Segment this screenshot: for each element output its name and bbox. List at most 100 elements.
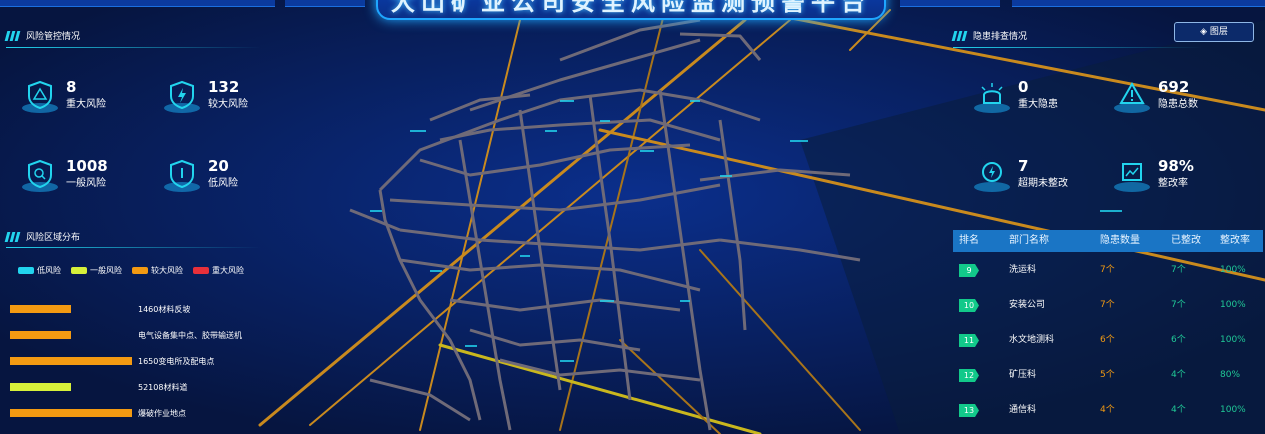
stat-value: 7 xyxy=(1018,157,1029,175)
rate-cell: 100% xyxy=(1220,265,1246,275)
risk-zones-divider xyxy=(6,247,261,248)
stat-label: 重大隐患 xyxy=(1018,99,1058,110)
stat-value: 1008 xyxy=(66,157,108,175)
legend-swatch xyxy=(193,267,209,274)
rank-badge: 9 xyxy=(959,264,979,277)
table-row[interactable]: 10 安装公司 7个 7个 100% xyxy=(953,295,1263,315)
risk-zone-bar xyxy=(10,383,71,391)
layer-button[interactable]: ◈ 图层 xyxy=(1174,22,1254,42)
stat-rectify-rate[interactable]: 98% 整改率 xyxy=(1112,158,1194,194)
stat-major-risk[interactable]: 8 重大风险 xyxy=(20,79,106,115)
risk-legend: 低风险 一般风险 较大风险 重大风险 xyxy=(18,265,254,276)
risk-control-title: 风险管控情况 xyxy=(4,29,80,42)
stat-value: 132 xyxy=(208,78,240,96)
legend-item-general[interactable]: 一般风险 xyxy=(71,265,122,276)
stat-label: 整改率 xyxy=(1158,178,1188,189)
shield-search-icon xyxy=(22,159,58,192)
title-bars-icon xyxy=(951,30,968,41)
count-cell: 6个 xyxy=(1100,335,1115,345)
stat-value: 692 xyxy=(1158,78,1190,96)
table-row[interactable]: 9 洗运科 7个 7个 100% xyxy=(953,260,1263,280)
dept-cell: 通信科 xyxy=(1009,405,1037,415)
stat-value: 20 xyxy=(208,157,229,175)
legend-item-low[interactable]: 低风险 xyxy=(18,265,61,276)
page-title-frame: 大山矿业公司安全风险监测预警平台 xyxy=(376,0,886,20)
stat-total-hazard[interactable]: 692 隐患总数 xyxy=(1112,79,1198,115)
table-row[interactable]: 12 矿压科 5个 4个 80% xyxy=(953,365,1263,385)
risk-zone-bar xyxy=(10,357,132,365)
dept-cell: 矿压科 xyxy=(1009,370,1037,380)
risk-zone-label: 爆破作业地点 xyxy=(138,409,186,418)
rank-badge: 13 xyxy=(959,404,979,417)
stat-label: 低风险 xyxy=(208,178,238,189)
legend-swatch xyxy=(18,267,34,274)
count-cell: 5个 xyxy=(1100,370,1115,380)
stat-label: 超期未整改 xyxy=(1018,178,1068,189)
top-bar-right xyxy=(900,0,1000,7)
stat-value: 98% xyxy=(1158,157,1194,175)
chart-icon xyxy=(1114,163,1150,192)
stat-label: 隐患总数 xyxy=(1158,99,1198,110)
page-title: 大山矿业公司安全风险监测预警平台 xyxy=(391,0,871,16)
stat-overdue[interactable]: 7 超期未整改 xyxy=(972,158,1068,194)
lightning-clock-icon xyxy=(974,162,1010,192)
fixed-cell: 4个 xyxy=(1171,370,1186,380)
risk-zone-label: 1460材料反坡 xyxy=(138,305,191,314)
title-bars-icon xyxy=(4,231,21,242)
rate-cell: 100% xyxy=(1220,335,1246,345)
stat-label: 一般风险 xyxy=(66,178,106,189)
warning-triangle-icon xyxy=(1114,82,1150,113)
legend-item-large[interactable]: 较大风险 xyxy=(132,265,183,276)
fixed-cell: 4个 xyxy=(1171,405,1186,415)
stat-major-hazard[interactable]: 0 重大隐患 xyxy=(972,79,1058,115)
risk-zones-title: 风险区域分布 xyxy=(4,230,80,243)
rate-cell: 80% xyxy=(1220,370,1241,380)
rate-cell: 100% xyxy=(1220,300,1246,310)
hazard-check-divider xyxy=(953,47,1203,48)
legend-swatch xyxy=(71,267,87,274)
dept-cell: 洗运科 xyxy=(1009,265,1037,275)
title-bars-icon xyxy=(4,30,21,41)
alarm-light-icon xyxy=(974,83,1010,113)
fixed-cell: 6个 xyxy=(1171,335,1186,345)
table-row[interactable]: 11 水文地测科 6个 6个 100% xyxy=(953,330,1263,350)
stat-label: 较大风险 xyxy=(208,99,248,110)
stat-low-risk[interactable]: 20 低风险 xyxy=(162,158,238,194)
top-bar-right-2 xyxy=(1012,0,1265,7)
stat-general-risk[interactable]: 1008 一般风险 xyxy=(20,158,108,194)
header-fixed: 已整改 xyxy=(1171,235,1201,246)
stat-value: 0 xyxy=(1018,78,1029,96)
shield-alert-icon xyxy=(22,80,58,113)
fixed-cell: 7个 xyxy=(1171,265,1186,275)
dept-cell: 水文地测科 xyxy=(1009,335,1055,345)
top-bar-left xyxy=(0,0,275,7)
rate-cell: 100% xyxy=(1220,405,1246,415)
header-rank: 排名 xyxy=(959,235,979,246)
table-row[interactable]: 13 通信科 4个 4个 100% xyxy=(953,400,1263,420)
header-count: 隐患数量 xyxy=(1100,235,1140,246)
risk-zone-label: 电气设备集中点、胶带输送机 xyxy=(138,331,242,340)
risk-zone-bar xyxy=(10,409,132,417)
layers-icon: ◈ xyxy=(1200,27,1208,37)
count-cell: 4个 xyxy=(1100,405,1115,415)
top-bar-left-2 xyxy=(285,0,365,7)
stat-label: 重大风险 xyxy=(66,99,106,110)
risk-control-divider xyxy=(6,47,261,48)
header-dept: 部门名称 xyxy=(1009,235,1049,246)
dept-cell: 安装公司 xyxy=(1009,300,1046,310)
rank-badge: 11 xyxy=(959,334,979,347)
header-rate: 整改率 xyxy=(1220,235,1250,246)
shield-lightning-icon xyxy=(164,80,200,113)
legend-item-major[interactable]: 重大风险 xyxy=(193,265,244,276)
count-cell: 7个 xyxy=(1100,265,1115,275)
fixed-cell: 7个 xyxy=(1171,300,1186,310)
risk-zone-label: 52108材料道 xyxy=(138,383,188,392)
risk-zone-label: 1650变电所及配电点 xyxy=(138,357,215,366)
risk-zone-bar xyxy=(10,305,71,313)
stat-large-risk[interactable]: 132 较大风险 xyxy=(162,79,248,115)
ranking-table-header: 排名 部门名称 隐患数量 已整改 整改率 xyxy=(953,230,1263,252)
rank-badge: 10 xyxy=(959,299,979,312)
rank-badge: 12 xyxy=(959,369,979,382)
stat-value: 8 xyxy=(66,78,77,96)
legend-swatch xyxy=(132,267,148,274)
